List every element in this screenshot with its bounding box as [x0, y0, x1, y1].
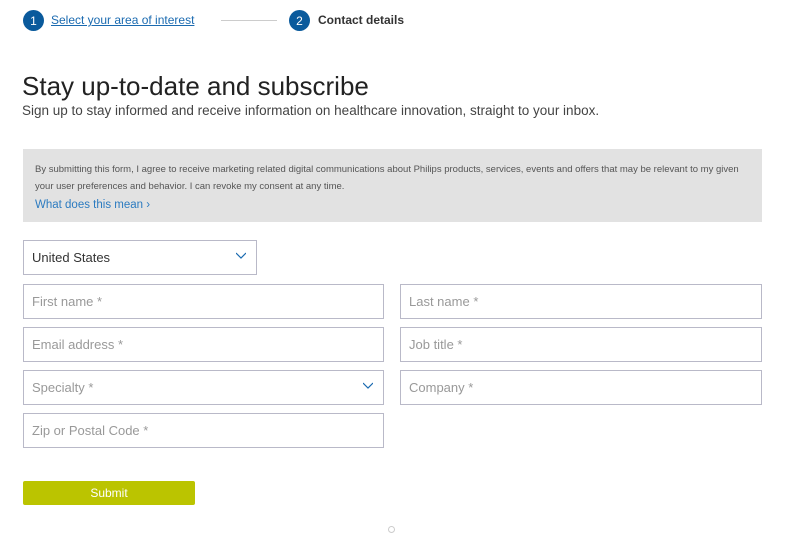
step-2-label: Contact details [318, 13, 405, 27]
page-title: Stay up-to-date and subscribe [22, 71, 369, 101]
job-title-input[interactable]: Job title * [400, 327, 762, 362]
loading-icon [388, 526, 395, 533]
submit-button[interactable]: Submit [23, 481, 195, 505]
country-select[interactable]: United States [23, 240, 257, 275]
chevron-down-icon [363, 382, 373, 389]
what-does-this-mean-link[interactable]: What does this mean › [35, 199, 150, 211]
consent-box: By submitting this form, I agree to rece… [23, 149, 762, 222]
first-name-input[interactable]: First name * [23, 284, 384, 319]
company-input[interactable]: Company * [400, 370, 762, 405]
zip-input[interactable]: Zip or Postal Code * [23, 413, 384, 448]
country-value: United States [32, 250, 111, 265]
step-1-link[interactable]: Select your area of interest [51, 13, 194, 27]
page-subtitle: Sign up to stay informed and receive inf… [22, 103, 600, 118]
last-name-input[interactable]: Last name * [400, 284, 762, 319]
step-2-number: 2 [289, 10, 310, 31]
chevron-down-icon [236, 252, 246, 259]
consent-text: By submitting this form, I agree to rece… [35, 164, 739, 192]
email-input[interactable]: Email address * [23, 327, 384, 362]
specialty-placeholder: Specialty * [32, 380, 94, 395]
step-divider [221, 20, 277, 21]
step-1-number: 1 [23, 10, 44, 31]
specialty-select[interactable]: Specialty * [23, 370, 384, 405]
